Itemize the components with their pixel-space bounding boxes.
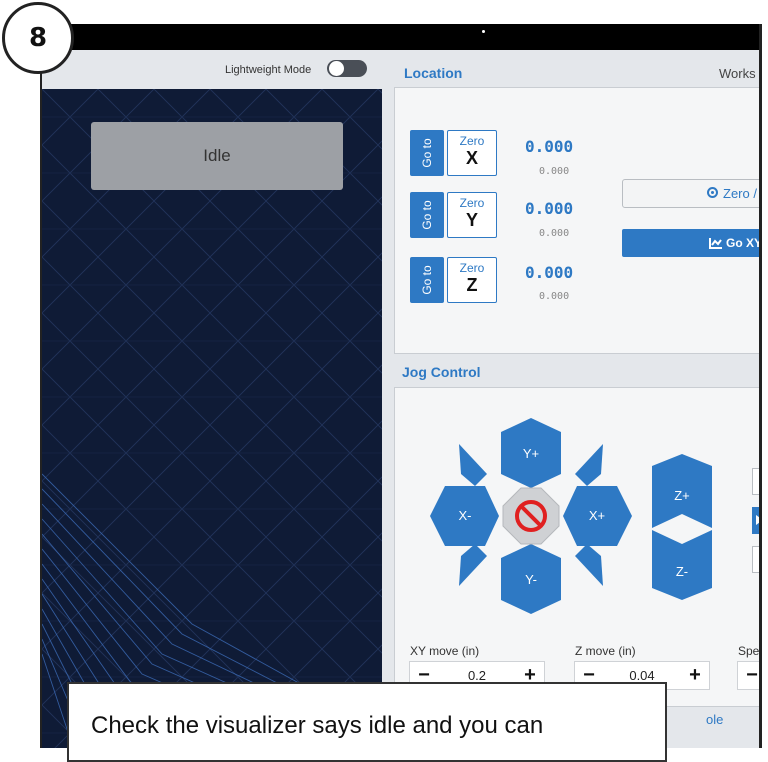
speed-label: Spe bbox=[738, 644, 760, 658]
xy-move-label: XY move (in) bbox=[410, 644, 480, 658]
app-window: Lightweight Mode Idle Location Works Go … bbox=[40, 24, 762, 748]
jog-xminus-yplus-button[interactable] bbox=[459, 444, 487, 486]
console-tab[interactable]: ole bbox=[706, 712, 723, 727]
speed-stepper[interactable]: − bbox=[737, 661, 759, 690]
jog-y-minus-label: Y- bbox=[525, 572, 537, 587]
lightweight-mode-toggle[interactable] bbox=[327, 60, 367, 77]
jog-xminus-yminus-button[interactable] bbox=[459, 544, 487, 586]
lightweight-mode-label: Lightweight Mode bbox=[225, 64, 312, 76]
jog-x-plus-label: X+ bbox=[589, 508, 605, 523]
jog-x-minus-label: X- bbox=[459, 508, 472, 523]
play-icon bbox=[756, 515, 759, 525]
jog-pad: Y+ Y- X- X+ bbox=[430, 418, 632, 614]
y-work-value: 0.000 bbox=[525, 199, 574, 218]
machine-status: Idle bbox=[91, 122, 343, 190]
zero-y-button[interactable]: Zero Y bbox=[447, 192, 497, 238]
visualizer-canvas[interactable]: Idle bbox=[42, 89, 382, 748]
x-work-value: 0.000 bbox=[525, 137, 574, 156]
location-title: Location bbox=[404, 65, 463, 81]
workspace-label[interactable]: Works bbox=[719, 66, 756, 81]
jog-xplus-yminus-button[interactable] bbox=[575, 544, 603, 586]
z-jog-pad: Z+ Z- bbox=[652, 454, 712, 600]
y-machine-value: 0.000 bbox=[539, 228, 570, 239]
jog-z-plus-label: Z+ bbox=[674, 488, 690, 503]
target-icon bbox=[707, 187, 718, 198]
jog-xplus-yplus-button[interactable] bbox=[575, 444, 603, 486]
zero-all-button[interactable]: Zero / bbox=[622, 179, 759, 208]
chart-icon bbox=[709, 238, 722, 249]
jog-z-minus-label: Z- bbox=[676, 564, 688, 579]
jog-speed-preset-1[interactable] bbox=[752, 468, 759, 495]
tutorial-tooltip: Check the visualizer says idle and you c… bbox=[67, 682, 667, 762]
z-work-value: 0.000 bbox=[525, 263, 574, 282]
goto-z-button[interactable]: Go to bbox=[410, 257, 444, 303]
title-bar bbox=[42, 24, 759, 50]
zero-x-button[interactable]: Zero X bbox=[447, 130, 497, 176]
z-move-label: Z move (in) bbox=[575, 644, 636, 658]
z-move-plus-button[interactable]: + bbox=[681, 662, 709, 689]
jog-speed-preset-2[interactable] bbox=[752, 507, 759, 534]
zero-z-button[interactable]: Zero Z bbox=[447, 257, 497, 303]
step-badge: 8 bbox=[2, 2, 74, 74]
z-machine-value: 0.000 bbox=[539, 291, 570, 302]
x-machine-value: 0.000 bbox=[539, 166, 570, 177]
speed-minus-button[interactable]: − bbox=[738, 662, 759, 689]
jog-control-title: Jog Control bbox=[402, 364, 481, 380]
goto-x-button[interactable]: Go to bbox=[410, 130, 444, 176]
jog-y-plus-label: Y+ bbox=[523, 446, 539, 461]
goto-y-button[interactable]: Go to bbox=[410, 192, 444, 238]
go-xy-button[interactable]: Go XY bbox=[622, 229, 759, 257]
jog-speed-preset-3[interactable] bbox=[752, 546, 759, 573]
